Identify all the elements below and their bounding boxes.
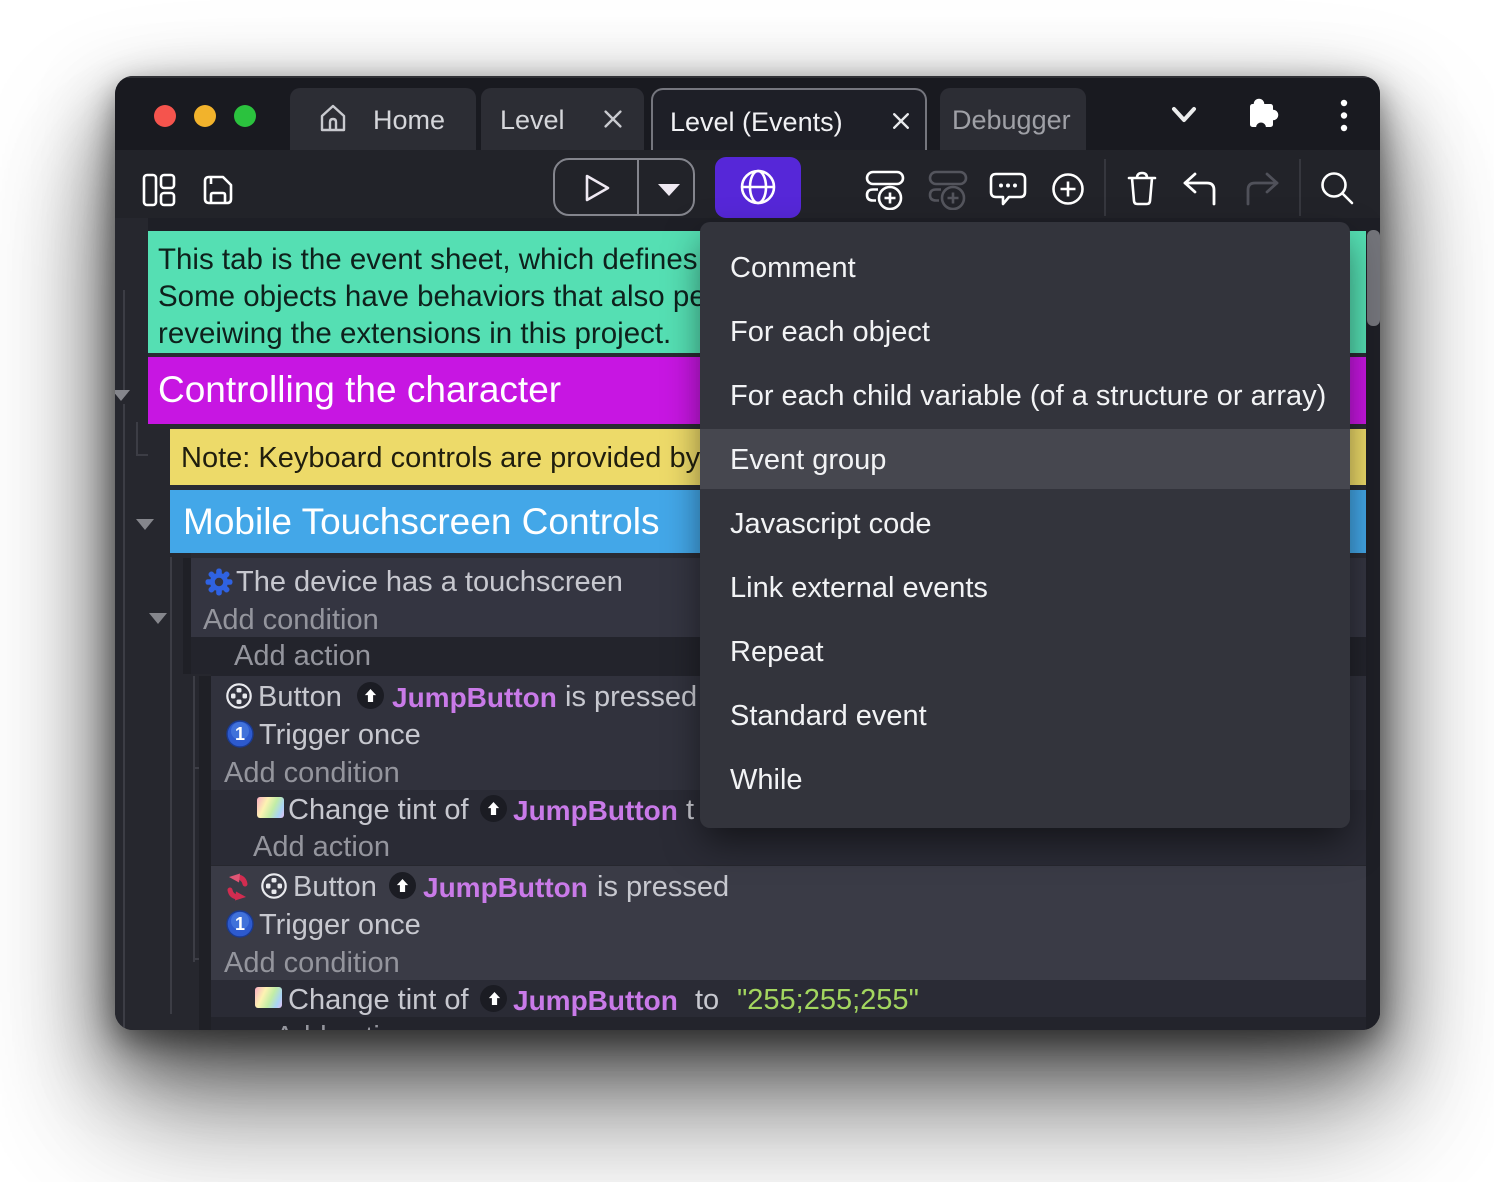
svg-text:1: 1 <box>235 724 245 744</box>
svg-text:1: 1 <box>235 914 245 934</box>
